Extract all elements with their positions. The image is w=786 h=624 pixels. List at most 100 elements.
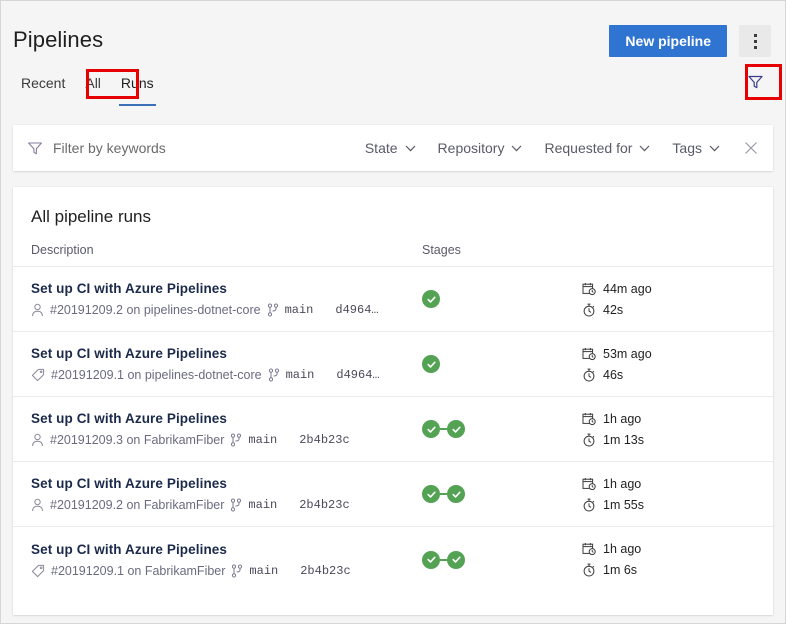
- chevron-down-icon: [405, 145, 416, 152]
- page-title: Pipelines: [13, 27, 103, 53]
- git-branch-icon: [268, 368, 280, 382]
- tab-runs[interactable]: Runs: [111, 73, 164, 93]
- run-duration: 1m 6s: [603, 563, 637, 577]
- run-title[interactable]: Set up CI with Azure Pipelines: [31, 281, 422, 296]
- filter-dropdown-repository[interactable]: Repository: [427, 140, 534, 156]
- run-times: 1h ago 1m 55s: [582, 477, 773, 512]
- run-title[interactable]: Set up CI with Azure Pipelines: [31, 542, 422, 557]
- stage-status-succeeded-icon[interactable]: [447, 420, 465, 438]
- filter-dropdown-tags-label: Tags: [672, 140, 702, 156]
- run-time-ago-line: 44m ago: [582, 282, 773, 296]
- run-commit[interactable]: 2b4b23c: [299, 498, 349, 512]
- filter-dropdown-tags[interactable]: Tags: [661, 140, 731, 156]
- person-icon: [31, 498, 44, 512]
- run-commit[interactable]: 2b4b23c: [300, 564, 350, 578]
- filter-dropdown-requested-for[interactable]: Requested for: [533, 140, 661, 156]
- search-input-placeholder: Filter by keywords: [53, 140, 166, 156]
- chevron-down-icon: [709, 145, 720, 152]
- person-icon: [31, 433, 44, 447]
- run-duration: 1m 13s: [603, 433, 644, 447]
- stage-indicator-group: [422, 420, 465, 438]
- run-title[interactable]: Set up CI with Azure Pipelines: [31, 476, 422, 491]
- run-duration-line: 1m 13s: [582, 433, 773, 447]
- git-branch-icon: [267, 303, 279, 317]
- new-pipeline-button[interactable]: New pipeline: [609, 25, 727, 57]
- stage-status-succeeded-icon[interactable]: [447, 551, 465, 569]
- run-time-ago: 44m ago: [603, 282, 652, 296]
- table-row[interactable]: Set up CI with Azure Pipelines #20191209…: [13, 267, 773, 332]
- run-meta: #20191209.1 on pipelines-dotnet-core mai…: [31, 368, 422, 382]
- stopwatch-icon: [582, 368, 596, 382]
- run-description: Set up CI with Azure Pipelines #20191209…: [31, 346, 422, 382]
- funnel-filter-icon: [27, 141, 43, 156]
- run-commit[interactable]: d4964…: [335, 303, 378, 317]
- run-title[interactable]: Set up CI with Azure Pipelines: [31, 346, 422, 361]
- run-id-line: #20191209.1 on FabrikamFiber: [51, 564, 225, 578]
- run-time-ago: 1h ago: [603, 477, 641, 491]
- run-duration-line: 1m 55s: [582, 498, 773, 512]
- table-row[interactable]: Set up CI with Azure Pipelines #20191209…: [13, 527, 773, 592]
- table-row[interactable]: Set up CI with Azure Pipelines #20191209…: [13, 462, 773, 527]
- clear-filters-button[interactable]: [735, 132, 767, 164]
- calendar-clock-icon: [582, 347, 596, 361]
- stage-indicator-group: [422, 290, 440, 308]
- stage-status-succeeded-icon[interactable]: [422, 485, 440, 503]
- filter-dropdown-requested-for-label: Requested for: [544, 140, 632, 156]
- run-times: 53m ago 46s: [582, 347, 773, 382]
- runs-list-card: All pipeline runs Description Stages Set…: [13, 187, 773, 615]
- filter-bar: Filter by keywords State Repository Requ…: [13, 125, 773, 171]
- filter-toggle-button[interactable]: [742, 69, 768, 95]
- calendar-clock-icon: [582, 477, 596, 491]
- git-branch-icon: [230, 498, 242, 512]
- calendar-clock-icon: [582, 542, 596, 556]
- run-time-ago-line: 53m ago: [582, 347, 773, 361]
- run-commit[interactable]: 2b4b23c: [299, 433, 349, 447]
- stage-indicator-group: [422, 551, 465, 569]
- run-branch: main: [285, 303, 314, 317]
- run-duration: 46s: [603, 368, 623, 382]
- run-times: 1h ago 1m 13s: [582, 412, 773, 447]
- stage-status-succeeded-icon[interactable]: [447, 485, 465, 503]
- run-stages: [422, 420, 582, 438]
- tab-all[interactable]: All: [75, 73, 111, 93]
- table-row[interactable]: Set up CI with Azure Pipelines #20191209…: [13, 397, 773, 462]
- chevron-down-icon: [639, 145, 650, 152]
- git-branch-icon: [230, 433, 242, 447]
- column-header-stages: Stages: [422, 243, 461, 257]
- run-stages: [422, 355, 582, 373]
- tab-recent[interactable]: Recent: [11, 73, 75, 93]
- run-time-ago-line: 1h ago: [582, 542, 773, 556]
- stage-connector: [440, 493, 447, 495]
- pipelines-runs-page: Pipelines Recent All Runs New pipeline: [0, 0, 786, 624]
- filter-dropdown-state[interactable]: State: [354, 140, 427, 156]
- run-meta: #20191209.2 on pipelines-dotnet-core mai…: [31, 303, 422, 317]
- run-branch: main: [248, 498, 277, 512]
- run-id-line: #20191209.3 on FabrikamFiber: [50, 433, 224, 447]
- run-time-ago: 1h ago: [603, 542, 641, 556]
- tab-all-label: All: [85, 75, 101, 91]
- stopwatch-icon: [582, 498, 596, 512]
- run-duration-line: 42s: [582, 303, 773, 317]
- stage-status-succeeded-icon[interactable]: [422, 420, 440, 438]
- run-id-line: #20191209.2 on FabrikamFiber: [50, 498, 224, 512]
- more-options-button[interactable]: [739, 25, 771, 57]
- table-column-headers: Description Stages: [13, 227, 773, 267]
- run-description: Set up CI with Azure Pipelines #20191209…: [31, 281, 422, 317]
- run-stages: [422, 551, 582, 569]
- run-times: 44m ago 42s: [582, 282, 773, 317]
- stage-status-succeeded-icon[interactable]: [422, 551, 440, 569]
- funnel-filter-icon: [747, 74, 764, 90]
- stage-status-succeeded-icon[interactable]: [422, 290, 440, 308]
- stage-status-succeeded-icon[interactable]: [422, 355, 440, 373]
- run-commit[interactable]: d4964…: [336, 368, 379, 382]
- tab-runs-label: Runs: [121, 75, 154, 91]
- git-branch-icon: [231, 564, 243, 578]
- stopwatch-icon: [582, 303, 596, 317]
- run-meta: #20191209.3 on FabrikamFiber main 2b4b23…: [31, 433, 422, 447]
- calendar-clock-icon: [582, 412, 596, 426]
- search-input[interactable]: Filter by keywords: [27, 140, 354, 156]
- run-stages: [422, 290, 582, 308]
- table-row[interactable]: Set up CI with Azure Pipelines #20191209…: [13, 332, 773, 397]
- stage-connector: [440, 428, 447, 430]
- run-title[interactable]: Set up CI with Azure Pipelines: [31, 411, 422, 426]
